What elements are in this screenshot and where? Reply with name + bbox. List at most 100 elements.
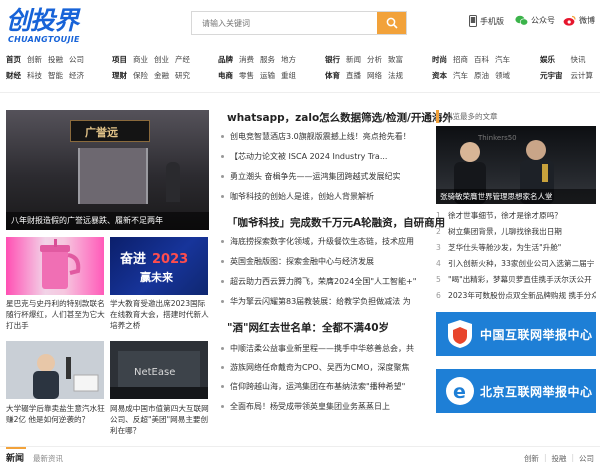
tab-indicator	[6, 447, 26, 449]
nav-item[interactable]: 服务	[260, 54, 275, 66]
news-item[interactable]: 勇立潮头 奋楫争先——运鸿集团跨越式发展纪实	[221, 171, 431, 183]
nav-item[interactable]: 体育	[325, 70, 340, 82]
nav-item[interactable]: 金融	[154, 70, 169, 82]
section-headline[interactable]: whatsapp，zalo怎么数据筛选/检测/开通海外	[227, 111, 453, 125]
report-banner-national[interactable]: 中国互联网举报中心	[436, 312, 596, 356]
thumb-image-netease[interactable]: NetEase	[110, 341, 208, 399]
news-item[interactable]: 信仰跨越山海，运鸿集团在布基纳法索"播种希望"	[221, 381, 431, 393]
section-headline[interactable]: 「咖爷科技」完成数千万元A轮融资，自研商用	[227, 216, 445, 230]
news-item[interactable]: 英国金融版图：探索金融中心与经济发展	[221, 256, 431, 268]
nav-item[interactable]: 财经	[6, 70, 21, 82]
weibo-link[interactable]: 微博	[563, 15, 595, 26]
nav-item[interactable]: 品牌	[218, 54, 233, 66]
mobile-link[interactable]: 手机版	[469, 15, 504, 27]
nav-item[interactable]: 元宇宙	[540, 70, 563, 82]
wechat-icon	[515, 15, 528, 26]
nav-item[interactable]: 法规	[388, 70, 403, 82]
nav-item[interactable]: 智能	[48, 70, 63, 82]
nav-item[interactable]: 理财	[112, 70, 127, 82]
news-item[interactable]: 中顺洁柔公益事业新里程——携手中华慈善总会，共	[221, 343, 431, 355]
nav-item[interactable]: 经济	[69, 70, 84, 82]
thumb-caption[interactable]: 星巴克与史丹利的特别款联名随行杯爆红，人们甚至为它大打出手	[6, 298, 106, 331]
bottom-link[interactable]: 公司	[579, 453, 594, 464]
nav-item[interactable]: 百科	[474, 54, 489, 66]
nav-item[interactable]: 公司	[69, 54, 84, 66]
thumb-caption[interactable]: 大学辍学后靠卖盐生意汽水狂赚2亿 他是如何逆袭的？	[6, 403, 106, 425]
hero-caption[interactable]: 八年财报造假的广誉远暴跌、履新不足两年	[6, 212, 209, 230]
rank-item[interactable]: 5 "喝"出精彩，梦幕贝萝直佳携手沃尔沃公开	[436, 274, 596, 285]
rank-item[interactable]: 6 2023年可数股份点双全新品牌购规 携手分众	[436, 290, 596, 301]
bottom-link[interactable]: 创新	[524, 453, 539, 464]
nav-item[interactable]: 产经	[175, 54, 190, 66]
nav-item[interactable]: 新闻	[346, 54, 361, 66]
nav-item[interactable]: 运输	[260, 70, 275, 82]
news-item[interactable]: 超云助力西云算力腾飞，荣膺2024全国"人工智能+"	[221, 276, 431, 288]
rank-number: 3	[436, 243, 441, 252]
nav-item[interactable]: 电商	[218, 70, 233, 82]
nav-item[interactable]: 直播	[346, 70, 361, 82]
tab-latest[interactable]: 最新资讯	[33, 453, 63, 464]
nav-item[interactable]: 科技	[27, 70, 42, 82]
wechat-link[interactable]: 公众号	[515, 15, 555, 26]
news-item[interactable]: 华为擎云闪耀第83届教装展：给教学负担做减法 为	[221, 296, 431, 308]
nav-item[interactable]: 投融	[48, 54, 63, 66]
thumb-image-tumbler[interactable]	[6, 237, 104, 295]
rank-item[interactable]: 2 树立集团背景，儿聊找徐我出日期	[436, 226, 596, 237]
thumb-caption[interactable]: 学大教育受邀出席2023国际在线教育大会，搭建时代新人培养之桥	[110, 298, 210, 331]
nav-item[interactable]: 汽车	[495, 54, 510, 66]
nav-item[interactable]: 招商	[453, 54, 468, 66]
rank-item[interactable]: 1 徐才世事细节，徐才是徐才原吗？	[436, 210, 596, 221]
nav-item[interactable]: 云计算	[571, 70, 594, 82]
nav-item[interactable]: 银行	[325, 54, 340, 66]
nav-item[interactable]: 原油	[474, 70, 489, 82]
nav-divider	[0, 92, 600, 93]
nav-item[interactable]: 致富	[388, 54, 403, 66]
search-button[interactable]	[377, 12, 406, 34]
news-item[interactable]: 创电竞智慧酒店3.0旗舰版震撼上线！亮点抢先看！	[221, 131, 431, 143]
nav-item[interactable]: 资本	[432, 70, 447, 82]
bottom-link[interactable]: 投融	[551, 453, 566, 464]
thumb-image-podcast[interactable]	[6, 341, 104, 399]
rank-title: "喝"出精彩，梦幕贝萝直佳携手沃尔沃公开	[448, 275, 592, 284]
thumb-image-education[interactable]: 奋进 2023 赢未来	[110, 237, 208, 295]
news-item[interactable]: 【芯动力论文被 ISCA 2024 Industry Tra...	[221, 151, 431, 163]
nav-item[interactable]: 网络	[367, 70, 382, 82]
nav-group-5: 时尚 招商 百科 汽车 资本 汽车 原油 领域	[432, 54, 510, 82]
rank-item[interactable]: 4 引入创新火种，33家创业公司入选第二届宁	[436, 258, 596, 269]
nav-item[interactable]: 消费	[239, 54, 254, 66]
rank-item[interactable]: 3 芝华仕头等舱沙发，为生活"升舱"	[436, 242, 596, 253]
site-logo[interactable]: 创投界 CHUANGTOUJIE	[6, 7, 88, 45]
nav-item[interactable]: 创业	[154, 54, 169, 66]
phone-icon	[469, 15, 477, 27]
nav-item[interactable]: 地方	[281, 54, 296, 66]
podcast-graphic	[6, 341, 104, 399]
nav-item[interactable]: 研究	[175, 70, 190, 82]
nav-item[interactable]: 保险	[133, 70, 148, 82]
hero-image[interactable]: 广誉远 八年财报造假的广誉远暴跌、履新不足两年	[6, 110, 209, 230]
news-item[interactable]: 游族网络任命戴奇为CPO、吴西为CMO，深度聚焦	[221, 362, 431, 374]
news-item[interactable]: 咖爷科技的创始人是谁，创始人背景解析	[221, 191, 431, 203]
nav-item[interactable]: 时尚	[432, 54, 447, 66]
tab-news[interactable]: 新闻	[6, 451, 24, 464]
nav-item[interactable]: 分析	[367, 54, 382, 66]
nav-item[interactable]: 零售	[239, 70, 254, 82]
nav-item[interactable]: 娱乐	[540, 54, 563, 66]
news-item[interactable]: 海底捞探索数字化领域，升级餐饮生态链，技术应用	[221, 236, 431, 248]
rank-title: 引入创新火种，33家创业公司入选第二届宁	[448, 259, 595, 268]
report-banner-beijing[interactable]: e 北京互联网举报中心	[436, 369, 596, 413]
nav-item[interactable]: 商业	[133, 54, 148, 66]
nav-item[interactable]: 项目	[112, 54, 127, 66]
nav-item[interactable]: 领域	[495, 70, 510, 82]
sidebar-photo[interactable]: Thinkers50 张骑敏荣膺世界管理思想家名人堂	[436, 126, 596, 204]
thumb-caption[interactable]: 网易成中国市值第四大互联网公司、反超"美团"网易主要创利在哪？	[110, 403, 210, 436]
nav-item[interactable]: 快讯	[571, 54, 594, 66]
news-item[interactable]: 全面布局！杨受成带领英皇集团业务蒸蒸日上	[221, 401, 431, 413]
nav-item[interactable]: 重组	[281, 70, 296, 82]
nav-item[interactable]: 汽车	[453, 70, 468, 82]
rank-title: 树立集团背景，儿聊找徐我出日期	[448, 227, 562, 236]
section-headline[interactable]: "酒"网红去世名单：全都不满40岁	[227, 321, 389, 335]
nav-item[interactable]: 创新	[27, 54, 42, 66]
search-input[interactable]	[192, 12, 378, 34]
nav-item[interactable]: 首页	[6, 54, 21, 66]
rank-title: 徐才世事细节，徐才是徐才原吗？	[448, 211, 562, 220]
